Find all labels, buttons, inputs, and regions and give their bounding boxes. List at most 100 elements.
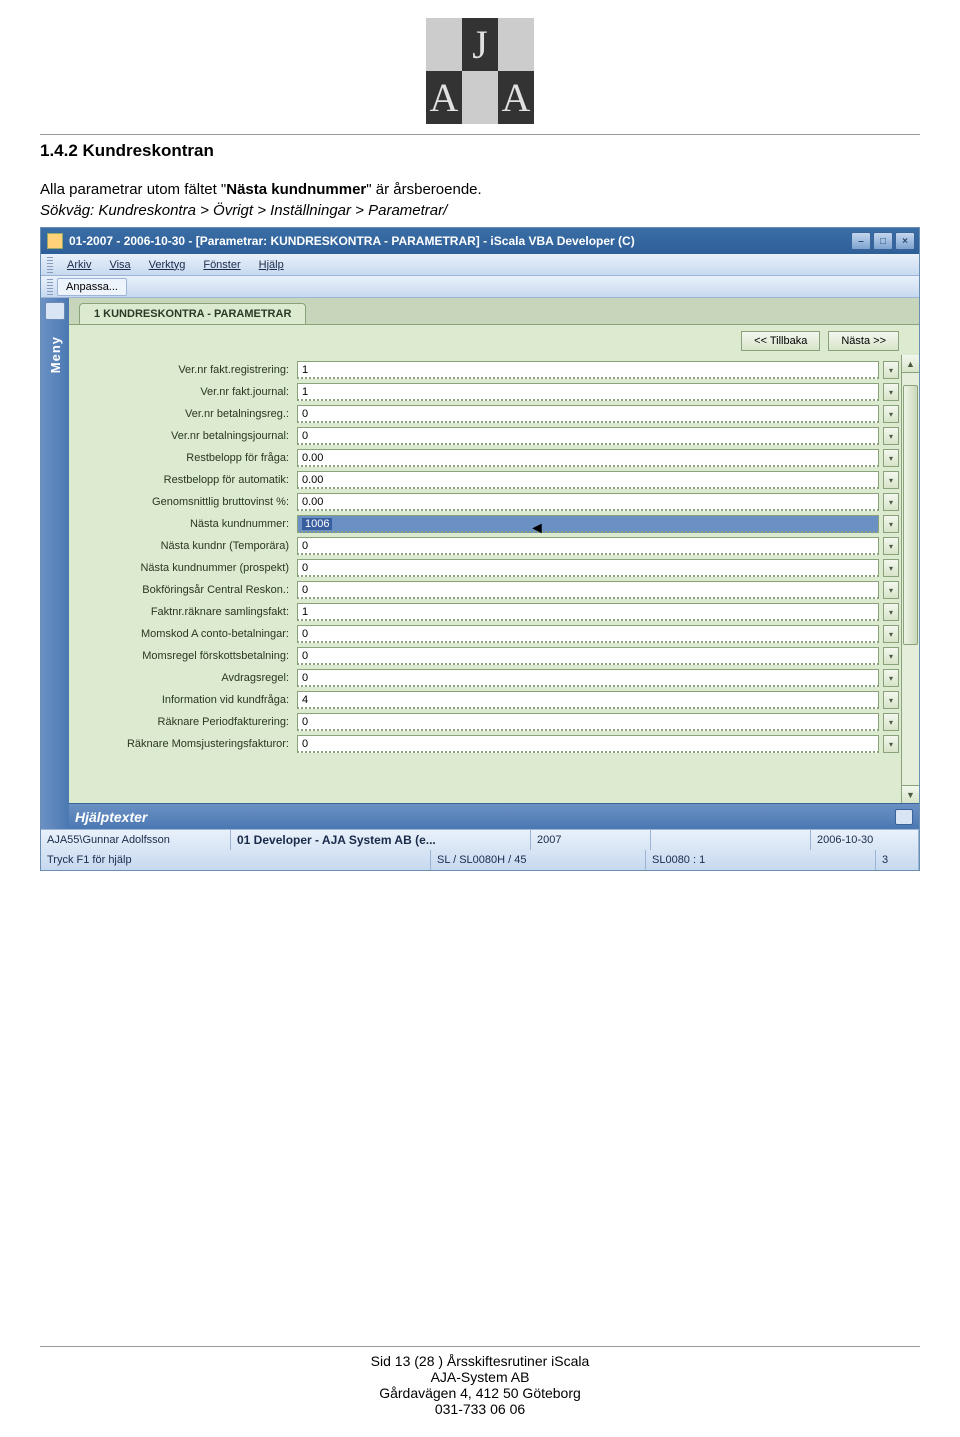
maximize-button[interactable]: □ [873,232,893,250]
help-title: Hjälptexter [75,809,147,825]
field-input[interactable]: 1 [297,383,879,401]
field-input[interactable]: 0 [297,405,879,423]
form-row: Restbelopp för automatik: 0.00▾ [77,469,899,491]
form-row: Avdragsregel:0▾ [77,667,899,689]
field-input[interactable]: 0 [297,625,879,643]
field-input[interactable]: 1 [297,361,879,379]
status-num: 3 [876,850,919,870]
field-input[interactable]: 4 [297,691,879,709]
footer-line-3: Gårdavägen 4, 412 50 Göteborg [40,1385,920,1401]
field-label: Restbelopp för automatik: [77,474,293,486]
menu-visa[interactable]: Visa [101,257,138,273]
field-input[interactable]: 0 [297,647,879,665]
field-label: Ver.nr betalningsjournal: [77,430,293,442]
status-screen: SL0080 : 1 [646,850,876,870]
dropdown-icon[interactable]: ▾ [883,405,899,423]
anpassa-button[interactable]: Anpassa... [57,278,127,296]
dropdown-icon[interactable]: ▾ [883,427,899,445]
field-input[interactable]: 0 [297,537,879,555]
field-input[interactable]: 0.00 [297,449,879,467]
dropdown-icon[interactable]: ▾ [883,647,899,665]
footer-line-1: Sid 13 (28 ) Årsskiftesrutiner iScala [40,1353,920,1369]
dropdown-icon[interactable]: ▾ [883,559,899,577]
scroll-thumb[interactable] [903,385,918,645]
field-input[interactable]: 0 [297,713,879,731]
field-input[interactable]: 0.00 [297,493,879,511]
form-row: Restbelopp för fråga:0.00▾ [77,447,899,469]
logo-letter-a2: A [502,74,531,121]
field-label: Faktnr.räknare samlingsfakt: [77,606,293,618]
menu-verktyg[interactable]: Verktyg [141,257,194,273]
dropdown-icon[interactable]: ▾ [883,581,899,599]
status-company: 01 Developer - AJA System AB (e... [231,830,531,850]
rail-label[interactable]: Meny [48,336,63,373]
form-area: Ver.nr fakt.registrering:1▾Ver.nr fakt.j… [69,355,901,803]
rail-collapse-button[interactable] [45,302,65,320]
scroll-up-icon[interactable]: ▲ [902,355,919,373]
field-label: Räknare Momsjusteringsfakturor: [77,738,293,750]
dropdown-icon[interactable]: ▾ [883,691,899,709]
grip-icon [47,257,53,273]
vertical-scrollbar[interactable]: ▲ ▼ [901,355,919,803]
field-input[interactable]: 0 [297,559,879,577]
page-footer: Sid 13 (28 ) Årsskiftesrutiner iScala AJ… [40,1346,920,1417]
field-input[interactable]: 0 [297,669,879,687]
menu-hjalp[interactable]: Hjälp [251,257,292,273]
field-label: Ver.nr fakt.registrering: [77,364,293,376]
field-label: Momsregel förskottsbetalning: [77,650,293,662]
doc-heading: 1.4.2 Kundreskontran [40,141,920,161]
footer-line-4: 031-733 06 06 [40,1401,920,1417]
form-row: Ver.nr betalningsreg.:0▾ [77,403,899,425]
nav-back-button[interactable]: << Tillbaka [741,331,820,351]
dropdown-icon[interactable]: ▾ [883,383,899,401]
dropdown-icon[interactable]: ▾ [883,537,899,555]
window-title: 01-2007 - 2006-10-30 - [Parametrar: KUND… [69,234,845,248]
grip-icon [47,279,53,295]
dropdown-icon[interactable]: ▾ [883,515,899,533]
screenshot-window: 01-2007 - 2006-10-30 - [Parametrar: KUND… [40,227,920,871]
status-hint: Tryck F1 för hjälp [41,850,431,870]
form-row: Ver.nr betalningsjournal: 0▾ [77,425,899,447]
field-label: Ver.nr fakt.journal: [77,386,293,398]
form-row: Information vid kundfråga:4▾ [77,689,899,711]
dropdown-icon[interactable]: ▾ [883,449,899,467]
left-rail: Meny [41,298,69,829]
logo-letter-j: J [472,21,488,68]
para-bold: Nästa kundnummer [226,181,366,198]
field-label: Genomsnittlig bruttovinst %: [77,496,293,508]
divider [40,134,920,135]
para-post: " är årsberoende. [366,181,481,198]
field-label: Nästa kundnummer: [77,518,293,530]
dropdown-icon[interactable]: ▾ [883,493,899,511]
dropdown-icon[interactable]: ▾ [883,735,899,753]
nav-next-button[interactable]: Nästa >> [828,331,899,351]
dropdown-icon[interactable]: ▾ [883,361,899,379]
tab-parametrar[interactable]: 1 KUNDRESKONTRA - PARAMETRAR [79,303,306,324]
logo-letter-a1: A [430,74,459,121]
field-input[interactable]: 0 [297,735,879,753]
field-input[interactable]: 1 [297,603,879,621]
status-year: 2007 [531,830,651,850]
close-button[interactable]: × [895,232,915,250]
menu-fonster[interactable]: Fönster [195,257,248,273]
form-row: Momskod A conto-betalningar:0▾ [77,623,899,645]
menu-arkiv[interactable]: Arkiv [59,257,99,273]
dropdown-icon[interactable]: ▾ [883,625,899,643]
field-input[interactable]: 0 [297,581,879,599]
form-row: Räknare Momsjusteringsfakturor: 0▾ [77,733,899,755]
minimize-button[interactable]: – [851,232,871,250]
dropdown-icon[interactable]: ▾ [883,713,899,731]
status-date: 2006-10-30 [811,830,919,850]
scroll-down-icon[interactable]: ▼ [902,785,919,803]
toolbar: Anpassa... [41,276,919,298]
field-input[interactable]: 1006 [297,515,879,533]
help-collapse-button[interactable] [895,809,913,825]
dropdown-icon[interactable]: ▾ [883,603,899,621]
form-row: Nästa kundnummer (prospekt)0▾ [77,557,899,579]
help-panel-header[interactable]: Hjälptexter [69,803,919,829]
dropdown-icon[interactable]: ▾ [883,669,899,687]
field-input[interactable]: 0 [297,427,879,445]
field-input[interactable]: 0.00 [297,471,879,489]
form-row: Momsregel förskottsbetalning: 0▾ [77,645,899,667]
dropdown-icon[interactable]: ▾ [883,471,899,489]
